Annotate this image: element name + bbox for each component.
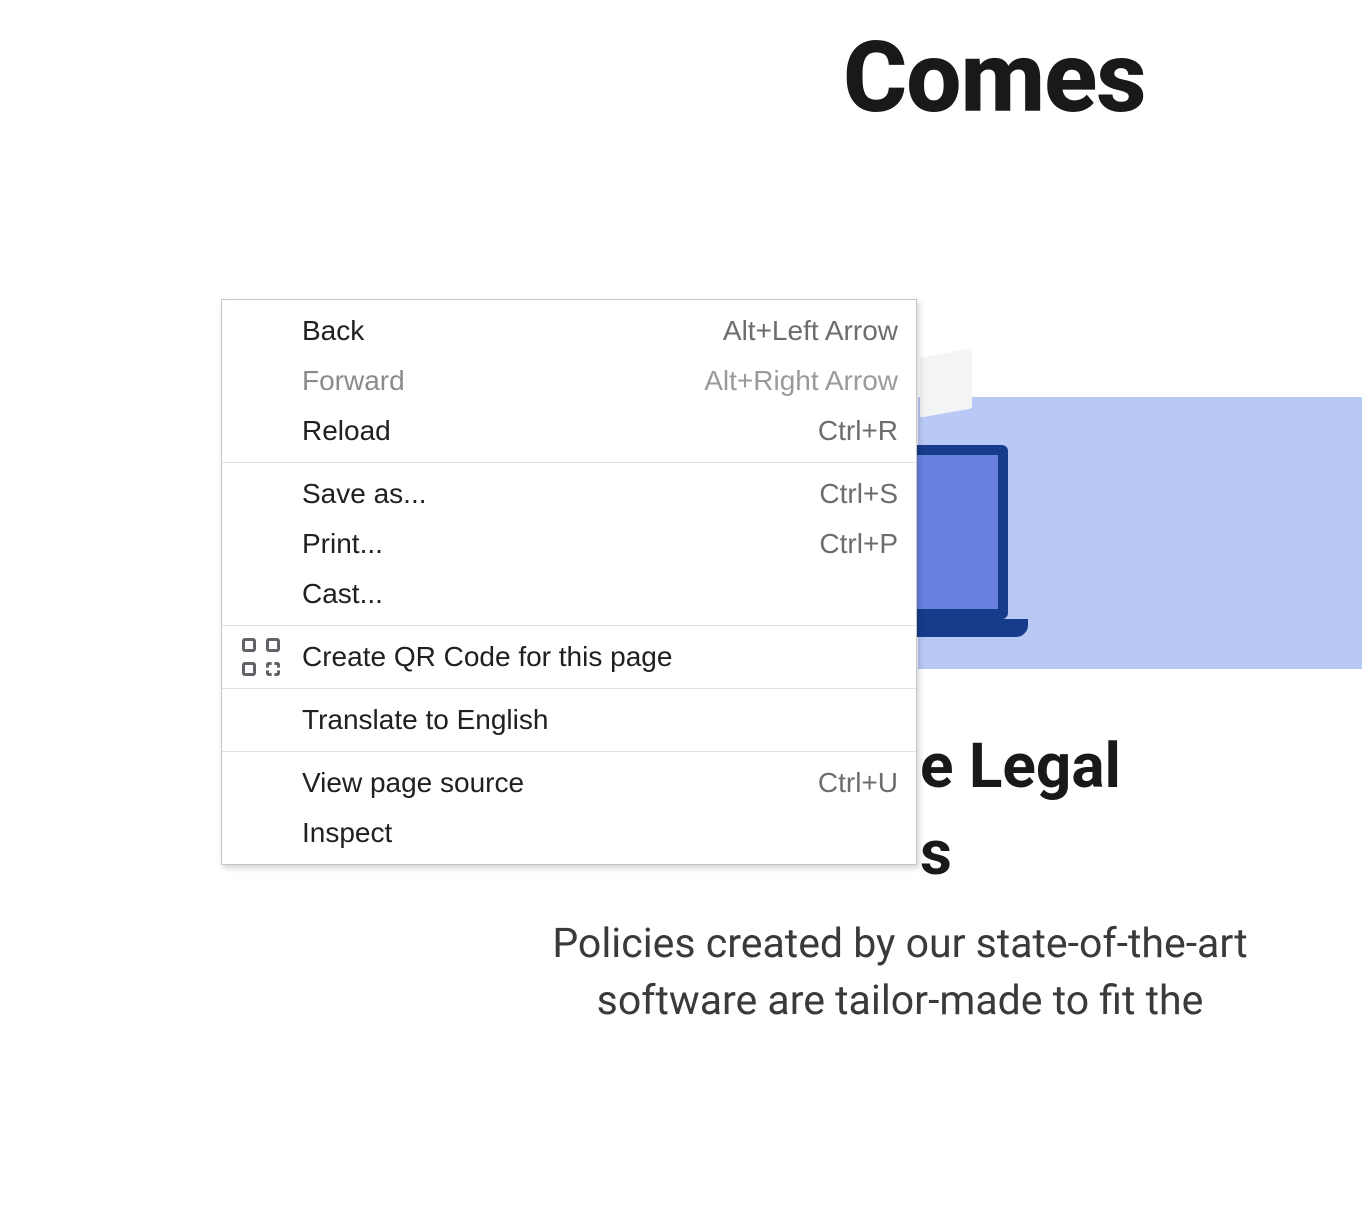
menu-item-cast[interactable]: Cast... [222,569,916,619]
context-menu: Back Alt+Left Arrow Forward Alt+Right Ar… [221,299,917,865]
menu-item-label: Back [302,315,723,347]
section-body-text: Policies created by our state-of-the-art… [510,916,1290,1031]
menu-item-forward: Forward Alt+Right Arrow [222,356,916,406]
menu-item-save-as[interactable]: Save as... Ctrl+S [222,469,916,519]
menu-item-shortcut: Alt+Right Arrow [704,365,898,397]
menu-item-inspect[interactable]: Inspect [222,808,916,858]
menu-item-label: Cast... [302,578,898,610]
menu-item-shortcut: Ctrl+S [819,478,898,510]
qr-code-icon [238,638,302,676]
menu-item-view-source[interactable]: View page source Ctrl+U [222,758,916,808]
menu-item-label: Print... [302,528,819,560]
menu-item-label: Save as... [302,478,819,510]
menu-item-translate[interactable]: Translate to English [222,695,916,745]
menu-item-shortcut: Ctrl+U [818,767,898,799]
paper-icon [920,348,972,417]
menu-item-back[interactable]: Back Alt+Left Arrow [222,306,916,356]
menu-item-qr-code[interactable]: Create QR Code for this page [222,632,916,682]
menu-item-label: Reload [302,415,818,447]
menu-item-shortcut: Ctrl+R [818,415,898,447]
menu-item-label: Translate to English [302,704,898,736]
menu-item-print[interactable]: Print... Ctrl+P [222,519,916,569]
menu-item-label: Create QR Code for this page [302,641,898,673]
menu-item-shortcut: Ctrl+P [819,528,898,560]
page-heading: Comes [843,20,1146,135]
menu-item-reload[interactable]: Reload Ctrl+R [222,406,916,456]
menu-item-label: Inspect [302,817,898,849]
menu-item-label: Forward [302,365,704,397]
menu-item-label: View page source [302,767,818,799]
menu-item-shortcut: Alt+Left Arrow [723,315,898,347]
